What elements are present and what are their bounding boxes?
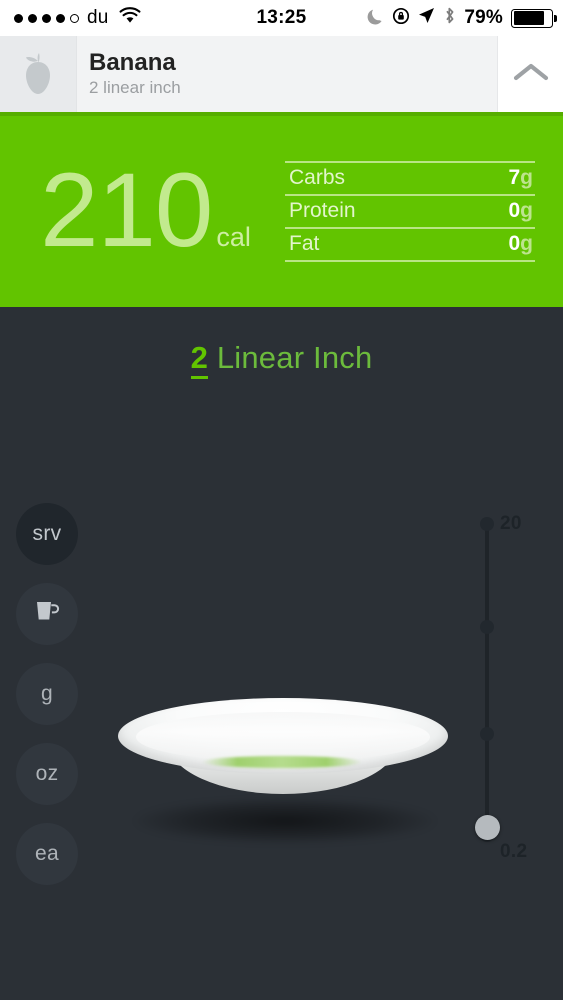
unit-button-label: srv [32,522,62,545]
plate-portion-fill [202,756,362,768]
macro-value: 0g [508,232,533,255]
chevron-up-icon [513,61,549,88]
collapse-button[interactable] [497,36,563,112]
portion-slider[interactable]: 20 0.2 [470,505,550,865]
quantity-amount[interactable]: 2 [190,340,209,379]
slider-track[interactable] [485,523,489,835]
unit-button-label: g [41,682,53,705]
macro-row-carbs: Carbs 7g [285,161,535,194]
unit-button-srv[interactable]: srv [16,503,78,565]
slider-tick [480,727,494,741]
unit-button-cup[interactable] [16,583,78,645]
unit-button-g[interactable]: g [16,663,78,725]
macro-table: Carbs 7g Protein 0g Fat 0g [285,161,535,262]
macro-label: Protein [289,199,356,222]
unit-button-label: ea [35,842,59,865]
calorie-value: 210 [40,152,213,270]
portion-plate [110,690,455,870]
macro-label: Carbs [289,166,346,189]
apple-icon [0,36,76,112]
plate-shadow [135,798,435,844]
slider-max-label: 20 [500,513,522,534]
slider-min-label: 0.2 [500,841,528,862]
food-subtitle: 2 linear inch [89,78,181,98]
macro-label: Fat [289,232,320,255]
unit-button-oz[interactable]: oz [16,743,78,805]
slider-tick [480,620,494,634]
calorie-unit: cal [216,222,251,253]
unit-button-label: oz [35,762,59,785]
calorie-readout: 210 cal [0,152,285,270]
slider-handle[interactable] [475,815,500,840]
macro-row-protein: Protein 0g [285,194,535,227]
quantity-unit-label: Linear Inch [216,340,373,375]
food-header[interactable]: Banana 2 linear inch [0,36,563,112]
calorie-panel: 210 cal Carbs 7g Protein 0g Fat 0g [0,112,563,307]
slider-tick [480,517,494,531]
food-title: Banana [89,48,176,76]
unit-selector: srv g oz ea [16,503,78,885]
status-bar: du 13:25 79% [0,0,563,36]
cup-icon [33,598,61,631]
macro-value: 7g [508,166,533,189]
clock-label: 13:25 [256,7,307,28]
plate-rim [136,712,430,762]
battery-icon [511,8,557,28]
macro-value: 0g [508,199,533,222]
macro-row-fat: Fat 0g [285,227,535,262]
food-header-text: Banana 2 linear inch [76,36,497,112]
quantity-heading[interactable]: 2 Linear Inch [0,340,563,379]
food-detail-screen: du 13:25 79% Banana 2 linear inch 210 ca… [0,0,563,1000]
unit-button-ea[interactable]: ea [16,823,78,885]
